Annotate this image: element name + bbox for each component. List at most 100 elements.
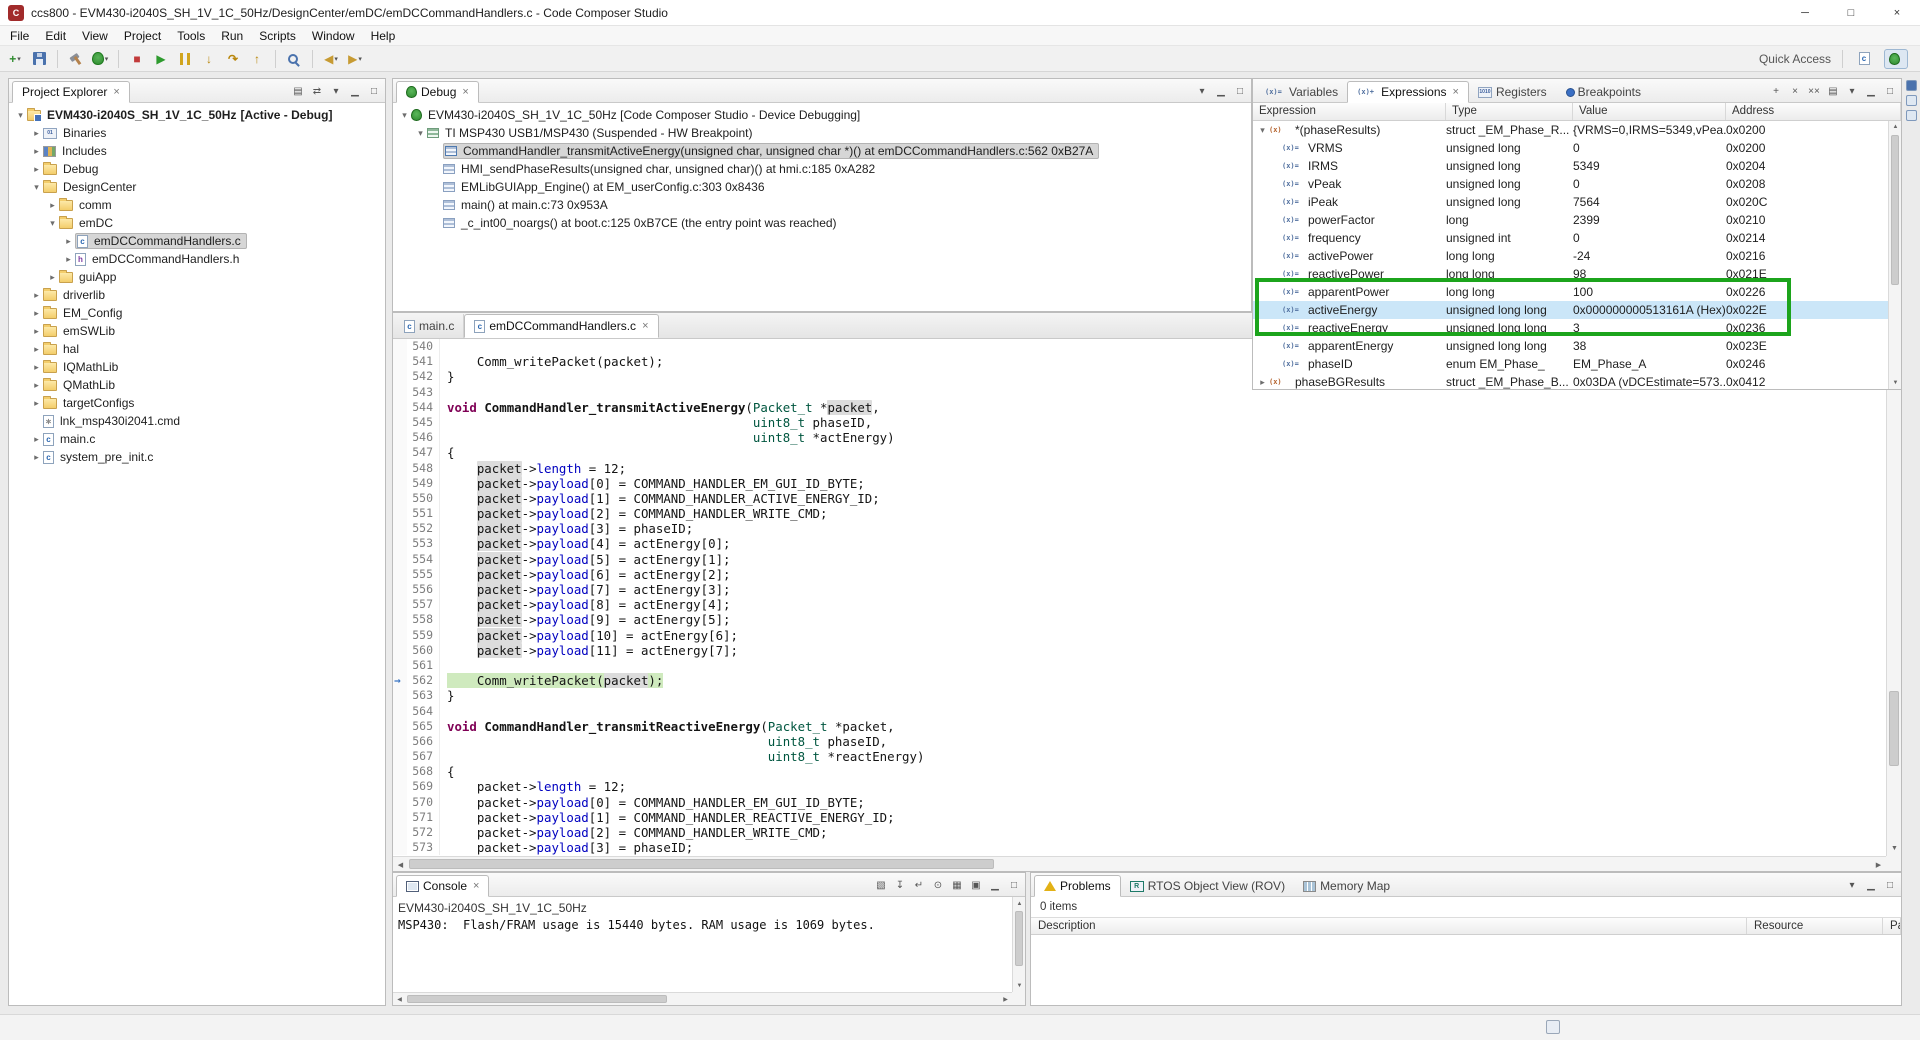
code-line[interactable]: 573 packet->payload[3] = phaseID;	[393, 840, 1886, 856]
gutter-annotation-ruler[interactable]	[393, 430, 407, 446]
dropdown-chevron-icon[interactable]: ▾	[358, 55, 362, 63]
editor-tab-emDCCommandHandlers-c[interactable]: c emDCCommandHandlers.c ×	[464, 314, 659, 338]
gutter-annotation-ruler[interactable]	[393, 551, 407, 567]
code-text[interactable]: packet->payload[7] = actEnergy[3];	[440, 582, 731, 597]
expand-icon[interactable]: ▸	[30, 398, 43, 409]
minimize-icon[interactable]: ▁	[1863, 83, 1879, 99]
expression-row[interactable]: (x)= apparentEnergy unsigned long long 38 0x…	[1253, 337, 1901, 355]
gutter-annotation-ruler[interactable]	[393, 399, 407, 415]
view-menu-icon[interactable]: ▾	[1844, 877, 1860, 893]
quick-access-button[interactable]: Quick Access	[1759, 52, 1831, 66]
menu-window[interactable]: Window	[304, 27, 363, 45]
code-editor[interactable]: 540 541 Comm_writePacket(packet); 542} 543 5…	[393, 339, 1886, 856]
code-text[interactable]: packet->payload[10] = actEnergy[6];	[440, 627, 738, 643]
console-horizontal-scrollbar[interactable]: ◀ ▶	[393, 992, 1012, 1005]
expand-icon[interactable]: ▸	[30, 146, 43, 157]
gutter-annotation-ruler[interactable]	[393, 506, 407, 522]
code-text[interactable]: packet->length = 12;	[440, 460, 626, 476]
code-text[interactable]: packet->payload[8] = actEnergy[4];	[440, 597, 731, 613]
code-text[interactable]: packet->payload[5] = actEnergy[1];	[440, 551, 731, 567]
editor-horizontal-scrollbar[interactable]: ◀ ▶	[393, 856, 1886, 871]
tab-rtos-object-view-rov-[interactable]: R RTOS Object View (ROV)	[1121, 875, 1294, 897]
expand-icon[interactable]: ▸	[1256, 373, 1269, 389]
code-text[interactable]: }	[440, 688, 454, 703]
display-selected-console-icon[interactable]: ▦	[949, 877, 965, 893]
code-line[interactable]: 545 uint8_t phaseID,	[393, 414, 1886, 431]
title-bar[interactable]: C ccs800 - EVM430-i2040S_SH_1V_1C_50Hz/D…	[0, 0, 1920, 26]
expand-icon[interactable]: ▸	[30, 362, 43, 373]
code-line[interactable]: 552 packet->payload[3] = phaseID;	[393, 521, 1886, 537]
minimize-icon[interactable]: ▁	[987, 877, 1003, 893]
debug-button[interactable]: ▾	[89, 48, 111, 70]
step-over-button[interactable]: ↷	[222, 48, 244, 70]
expand-icon[interactable]: ▸	[30, 380, 43, 391]
tab-expressions[interactable]: (x)+ Expressions ×	[1347, 81, 1469, 103]
expand-icon[interactable]: ▸	[62, 254, 75, 265]
scrollbar-thumb[interactable]	[1891, 135, 1899, 285]
code-text[interactable]: uint8_t *reactEnergy)	[440, 749, 925, 764]
expression-row[interactable]: (x)= VRMS unsigned long 0 0x0200	[1253, 139, 1901, 157]
dropdown-chevron-icon[interactable]: ▾	[17, 55, 21, 63]
menu-project[interactable]: Project	[116, 27, 169, 45]
resume-button[interactable]: ▶	[150, 48, 172, 70]
minimize-icon[interactable]: ▁	[347, 83, 363, 99]
maximize-icon[interactable]: □	[366, 83, 382, 99]
project-tree-item[interactable]: ▸ emSWLib	[9, 322, 385, 340]
maximize-icon[interactable]: □	[1882, 83, 1898, 99]
code-text[interactable]: packet->payload[0] = COMMAND_HANDLER_EM_…	[440, 475, 865, 491]
collapse-icon[interactable]: ▾	[1256, 121, 1269, 139]
code-text[interactable]: uint8_t phaseID,	[440, 415, 872, 430]
debug-tree-item[interactable]: ▾ TI MSP430 USB1/MSP430 (Suspended - HW B…	[393, 124, 1251, 142]
column-header-value[interactable]: Value	[1573, 103, 1726, 120]
project-tree-item[interactable]: ▸ driverlib	[9, 286, 385, 304]
gutter-annotation-ruler[interactable]	[393, 809, 407, 825]
expression-row[interactable]: (x)= activePower long long -24 0x0216	[1253, 247, 1901, 265]
project-tree-item[interactable]: ▸ c emDCCommandHandlers.c	[9, 232, 385, 250]
console-tab[interactable]: Console ×	[396, 875, 490, 897]
gutter-annotation-ruler[interactable]	[393, 490, 407, 507]
close-view-icon[interactable]: ×	[462, 86, 468, 98]
project-tree-item[interactable]: ▾ EVM430-i2040S_SH_1V_1C_50Hz [Active - D…	[9, 106, 385, 124]
minimized-view-a-icon[interactable]	[1905, 95, 1917, 106]
project-tree-item[interactable]: ▸ hal	[9, 340, 385, 358]
code-text[interactable]: }	[440, 369, 454, 384]
collapse-all-icon[interactable]: ▤	[290, 83, 306, 99]
expand-icon[interactable]: ▸	[30, 344, 43, 355]
gutter-annotation-ruler[interactable]	[393, 354, 407, 370]
gutter-annotation-ruler[interactable]	[393, 582, 407, 598]
project-tree-item[interactable]: ▸ EM_Config	[9, 304, 385, 322]
dropdown-chevron-icon[interactable]: ▾	[105, 55, 109, 63]
gutter-annotation-ruler[interactable]	[393, 657, 407, 674]
view-menu-icon[interactable]: ▾	[328, 83, 344, 99]
expand-icon[interactable]: ▸	[30, 290, 43, 301]
save-button[interactable]	[28, 48, 50, 70]
menu-scripts[interactable]: Scripts	[251, 27, 304, 45]
gutter-annotation-ruler[interactable]	[393, 566, 407, 582]
code-line[interactable]: 549 packet->payload[0] = COMMAND_HANDLER…	[393, 475, 1886, 491]
gutter-annotation-ruler[interactable]	[393, 536, 407, 552]
gutter-annotation-ruler[interactable]	[393, 521, 407, 537]
minimize-icon[interactable]: ▁	[1213, 83, 1229, 99]
code-text[interactable]: packet->payload[9] = actEnergy[5];	[440, 612, 731, 628]
code-line[interactable]: 560 packet->payload[11] = actEnergy[7];	[393, 642, 1886, 658]
terminate-button[interactable]: ■	[126, 48, 148, 70]
gutter-annotation-ruler[interactable]	[393, 733, 407, 750]
code-text[interactable]	[440, 385, 447, 400]
close-view-icon[interactable]: ×	[473, 880, 479, 892]
code-line[interactable]: 561	[393, 657, 1886, 674]
code-line[interactable]: 556 packet->payload[7] = actEnergy[3];	[393, 582, 1886, 598]
code-line[interactable]: 563}	[393, 688, 1886, 704]
step-return-button[interactable]: ↑	[246, 48, 268, 70]
back-button[interactable]: ◀ ▾	[320, 48, 342, 70]
project-tree-item[interactable]: ▾ emDC	[9, 214, 385, 232]
tab-problems[interactable]: Problems	[1034, 875, 1121, 897]
project-tree-item[interactable]: ∗ lnk_msp430i2041.cmd	[9, 412, 385, 430]
gutter-annotation-ruler[interactable]	[393, 840, 407, 856]
gutter-annotation-ruler[interactable]	[393, 612, 407, 628]
gutter-annotation-ruler[interactable]	[393, 460, 407, 476]
clear-console-icon[interactable]: ▧	[873, 877, 889, 893]
console-vertical-scrollbar[interactable]: ▲ ▼	[1012, 897, 1025, 992]
scroll-left-icon[interactable]: ◀	[393, 857, 408, 872]
debug-tab[interactable]: Debug ×	[396, 81, 479, 103]
project-tree-item[interactable]: ▾ DesignCenter	[9, 178, 385, 196]
